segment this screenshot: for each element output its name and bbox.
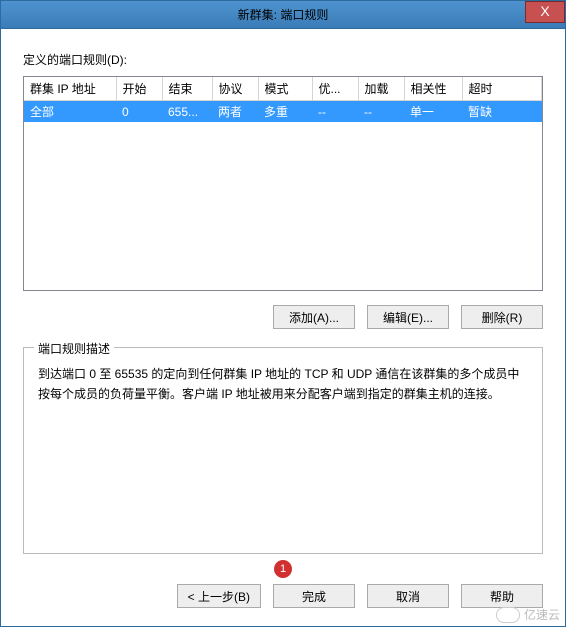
- wizard-button-row: < 上一步(B) 完成 取消 帮助: [23, 584, 543, 608]
- col-start[interactable]: 开始: [116, 77, 162, 101]
- rule-description-legend: 端口规则描述: [34, 340, 114, 357]
- rules-table-container: 群集 IP 地址 开始 结束 协议 模式 优... 加载 相关性 超时 全部 0: [23, 76, 543, 291]
- table-header-row: 群集 IP 地址 开始 结束 协议 模式 优... 加载 相关性 超时: [24, 77, 542, 101]
- rules-table[interactable]: 群集 IP 地址 开始 结束 协议 模式 优... 加载 相关性 超时 全部 0: [24, 77, 542, 122]
- cell-timeout: 暂缺: [462, 101, 542, 123]
- rule-description-group: 端口规则描述 到达端口 0 至 65535 的定向到任何群集 IP 地址的 TC…: [23, 347, 543, 554]
- dialog-window: 新群集: 端口规则 X 定义的端口规则(D): 群集 IP 地址 开始 结束 协: [0, 0, 566, 627]
- rule-action-row: 添加(A)... 编辑(E)... 删除(R): [23, 305, 543, 329]
- dialog-body: 定义的端口规则(D): 群集 IP 地址 开始 结束 协议 模式 优...: [1, 29, 565, 626]
- cell-load: --: [358, 101, 404, 123]
- col-cluster-ip[interactable]: 群集 IP 地址: [24, 77, 116, 101]
- col-priority[interactable]: 优...: [312, 77, 358, 101]
- col-load[interactable]: 加载: [358, 77, 404, 101]
- titlebar: 新群集: 端口规则 X: [1, 1, 565, 29]
- table-row[interactable]: 全部 0 655... 两者 多重 -- -- 单一 暂缺: [24, 101, 542, 123]
- cancel-button[interactable]: 取消: [367, 584, 449, 608]
- cell-priority: --: [312, 101, 358, 123]
- col-mode[interactable]: 模式: [258, 77, 312, 101]
- col-timeout[interactable]: 超时: [462, 77, 542, 101]
- edit-button[interactable]: 编辑(E)...: [367, 305, 449, 329]
- cell-mode: 多重: [258, 101, 312, 123]
- help-button[interactable]: 帮助: [461, 584, 543, 608]
- remove-button[interactable]: 删除(R): [461, 305, 543, 329]
- window-title: 新群集: 端口规则: [238, 6, 329, 23]
- back-button[interactable]: < 上一步(B): [177, 584, 261, 608]
- close-button[interactable]: X: [525, 1, 565, 23]
- col-end[interactable]: 结束: [162, 77, 212, 101]
- cell-start: 0: [116, 101, 162, 123]
- cell-cluster-ip: 全部: [24, 101, 116, 123]
- annotation-badge: 1: [274, 560, 292, 578]
- col-protocol[interactable]: 协议: [212, 77, 258, 101]
- cell-end: 655...: [162, 101, 212, 123]
- finish-button[interactable]: 完成: [273, 584, 355, 608]
- add-button[interactable]: 添加(A)...: [273, 305, 355, 329]
- cell-affinity: 单一: [404, 101, 462, 123]
- defined-rules-label: 定义的端口规则(D):: [23, 51, 543, 68]
- cell-protocol: 两者: [212, 101, 258, 123]
- close-icon: X: [540, 3, 549, 19]
- col-affinity[interactable]: 相关性: [404, 77, 462, 101]
- rule-description-text: 到达端口 0 至 65535 的定向到任何群集 IP 地址的 TCP 和 UDP…: [38, 364, 528, 405]
